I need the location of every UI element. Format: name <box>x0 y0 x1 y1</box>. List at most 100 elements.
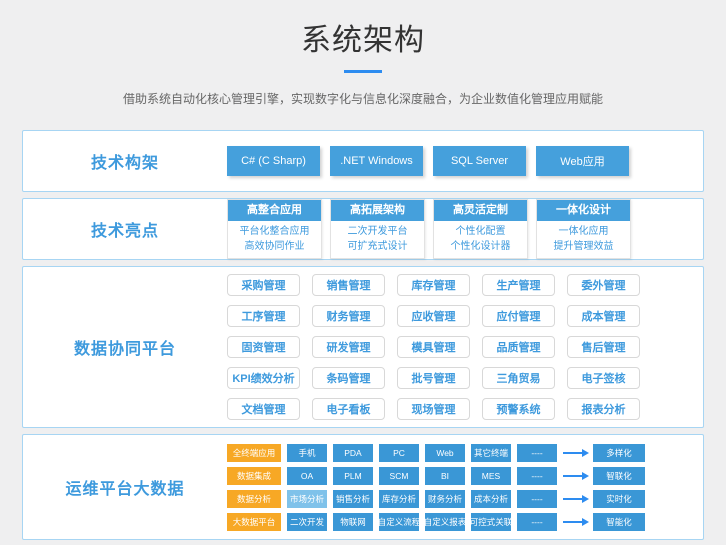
ops-item-button[interactable]: MES <box>471 467 511 485</box>
module-row: 文档管理电子看板现场管理预警系统报表分析 <box>227 398 703 420</box>
title-underline <box>344 70 382 73</box>
module-button[interactable]: 现场管理 <box>397 398 470 420</box>
tech-framework-button[interactable]: .NET Windows <box>330 146 423 176</box>
arrow-right-icon <box>563 452 583 454</box>
ops-flow-row: 数据分析市场分析销售分析库存分析财务分析成本分析 ---- 实时化 <box>227 490 703 508</box>
ops-item-group: 手机 PDA PC Web 其它终端 ---- <box>287 444 557 462</box>
tech-framework-button[interactable]: C# (C Sharp) <box>227 146 320 176</box>
ops-item-button[interactable]: ---- <box>517 467 557 485</box>
ops-item-button[interactable]: 销售分析 <box>333 490 373 508</box>
ops-category-button[interactable]: 数据集成 <box>227 467 281 485</box>
ops-item-button[interactable]: 可控式关联 <box>471 513 511 531</box>
ops-item-button[interactable]: 自定义流程 <box>379 513 419 531</box>
module-button[interactable]: 三角贸易 <box>482 367 555 389</box>
highlight-card: 高灵活定制个性化配置个性化设计器 <box>433 199 528 259</box>
module-button[interactable]: 委外管理 <box>567 274 640 296</box>
ops-item-button[interactable]: OA <box>287 467 327 485</box>
ops-flow-row: 全终端应用手机 PDA PC Web 其它终端 ---- 多样化 <box>227 444 703 462</box>
module-button[interactable]: 电子看板 <box>312 398 385 420</box>
highlight-card-body: 一体化应用提升管理效益 <box>537 221 630 258</box>
ops-item-group: 市场分析销售分析库存分析财务分析成本分析 ---- <box>287 490 557 508</box>
section-label-ops-platform: 运维平台大数据 <box>23 475 227 499</box>
ops-item-button[interactable]: PDA <box>333 444 373 462</box>
module-row: 工序管理财务管理应收管理应付管理成本管理 <box>227 305 703 327</box>
ops-item-button[interactable]: 物联网 <box>333 513 373 531</box>
ops-category-button[interactable]: 大数据平台 <box>227 513 281 531</box>
ops-item-button[interactable]: 库存分析 <box>379 490 419 508</box>
ops-item-button[interactable]: 二次开发 <box>287 513 327 531</box>
ops-item-button[interactable]: 其它终端 <box>471 444 511 462</box>
module-button[interactable]: 电子签核 <box>567 367 640 389</box>
tech-framework-button[interactable]: Web应用 <box>536 146 629 176</box>
module-button[interactable]: 批号管理 <box>397 367 470 389</box>
module-button[interactable]: 条码管理 <box>312 367 385 389</box>
ops-item-button[interactable]: BI <box>425 467 465 485</box>
highlight-card-line: 二次开发平台 <box>331 224 424 239</box>
section-tech-framework: 技术构架 C# (C Sharp) .NET Windows SQL Server W… <box>22 130 704 192</box>
highlight-card-title: 一体化设计 <box>537 200 630 221</box>
section-label-tech-framework: 技术构架 <box>23 149 227 173</box>
module-button[interactable]: 售后管理 <box>567 336 640 358</box>
ops-result-button[interactable]: 智能化 <box>593 513 645 531</box>
highlight-card: 一体化设计一体化应用提升管理效益 <box>536 199 631 259</box>
highlight-card-body: 二次开发平台可扩充式设计 <box>331 221 424 258</box>
ops-item-button[interactable]: PLM <box>333 467 373 485</box>
module-button[interactable]: 财务管理 <box>312 305 385 327</box>
highlight-card-title: 高灵活定制 <box>434 200 527 221</box>
module-button[interactable]: 销售管理 <box>312 274 385 296</box>
section-ops-platform: 运维平台大数据 全终端应用手机 PDA PC Web 其它终端 ---- 多样化数据集成 OA… <box>22 434 704 540</box>
ops-flow-row: 数据集成 OA PLM SCM BI MES ---- 智联化 <box>227 467 703 485</box>
ops-result-button[interactable]: 智联化 <box>593 467 645 485</box>
ops-item-button[interactable]: ---- <box>517 444 557 462</box>
module-row: 采购管理销售管理库存管理生产管理委外管理 <box>227 274 703 296</box>
module-button[interactable]: 库存管理 <box>397 274 470 296</box>
highlight-card-line: 提升管理效益 <box>537 239 630 254</box>
module-button[interactable]: 品质管理 <box>482 336 555 358</box>
ops-item-button[interactable]: Web <box>425 444 465 462</box>
system-architecture-page: 系统架构 借助系统自动化核心管理引擎，实现数字化与信息化深度融合，为企业数值化管… <box>0 0 726 545</box>
ops-item-group: OA PLM SCM BI MES ---- <box>287 467 557 485</box>
highlight-card-line: 个性化配置 <box>434 224 527 239</box>
section-tech-highlights: 技术亮点 高整合应用平台化整合应用高效协同作业高拓展架构二次开发平台可扩充式设计… <box>22 198 704 260</box>
section-label-data-platform: 数据协同平台 <box>23 335 227 359</box>
module-button[interactable]: 成本管理 <box>567 305 640 327</box>
ops-item-button[interactable]: 成本分析 <box>471 490 511 508</box>
ops-result-button[interactable]: 实时化 <box>593 490 645 508</box>
module-button[interactable]: 预警系统 <box>482 398 555 420</box>
ops-category-button[interactable]: 全终端应用 <box>227 444 281 462</box>
ops-item-button[interactable]: PC <box>379 444 419 462</box>
module-button[interactable]: KPI绩效分析 <box>227 367 300 389</box>
module-button[interactable]: 生产管理 <box>482 274 555 296</box>
ops-item-button[interactable]: ---- <box>517 513 557 531</box>
module-button[interactable]: 报表分析 <box>567 398 640 420</box>
arrow-right-icon <box>563 475 583 477</box>
tech-framework-buttons: C# (C Sharp) .NET Windows SQL Server Web应用 <box>227 146 703 176</box>
ops-item-button[interactable]: 手机 <box>287 444 327 462</box>
ops-item-button[interactable]: ---- <box>517 490 557 508</box>
module-button[interactable]: 模具管理 <box>397 336 470 358</box>
ops-item-button[interactable]: 自定义报表 <box>425 513 465 531</box>
ops-item-button[interactable]: SCM <box>379 467 419 485</box>
section-label-tech-highlights: 技术亮点 <box>23 217 227 241</box>
highlight-card-title: 高拓展架构 <box>331 200 424 221</box>
module-button[interactable]: 研发管理 <box>312 336 385 358</box>
ops-item-button[interactable]: 财务分析 <box>425 490 465 508</box>
ops-result-button[interactable]: 多样化 <box>593 444 645 462</box>
page-subtitle: 借助系统自动化核心管理引擎，实现数字化与信息化深度融合，为企业数值化管理应用赋能 <box>0 90 726 107</box>
module-button[interactable]: 应收管理 <box>397 305 470 327</box>
section-data-platform: 数据协同平台 采购管理销售管理库存管理生产管理委外管理工序管理财务管理应收管理应… <box>22 266 704 428</box>
highlight-card-body: 平台化整合应用高效协同作业 <box>228 221 321 258</box>
module-row: KPI绩效分析条码管理批号管理三角贸易电子签核 <box>227 367 703 389</box>
ops-flow-row: 大数据平台二次开发物联网自定义流程自定义报表可控式关联 ---- 智能化 <box>227 513 703 531</box>
ops-category-button[interactable]: 数据分析 <box>227 490 281 508</box>
highlight-card-line: 可扩充式设计 <box>331 239 424 254</box>
ops-item-button[interactable]: 市场分析 <box>287 490 327 508</box>
module-button[interactable]: 采购管理 <box>227 274 300 296</box>
highlight-card: 高整合应用平台化整合应用高效协同作业 <box>227 199 322 259</box>
module-button[interactable]: 固资管理 <box>227 336 300 358</box>
module-button[interactable]: 工序管理 <box>227 305 300 327</box>
tech-framework-button[interactable]: SQL Server <box>433 146 526 176</box>
data-platform-grid: 采购管理销售管理库存管理生产管理委外管理工序管理财务管理应收管理应付管理成本管理… <box>227 274 703 420</box>
module-button[interactable]: 应付管理 <box>482 305 555 327</box>
module-button[interactable]: 文档管理 <box>227 398 300 420</box>
